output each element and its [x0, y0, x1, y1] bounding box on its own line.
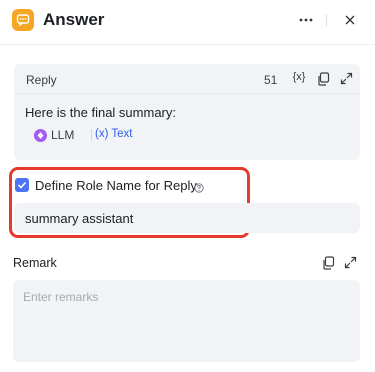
panel-title: Answer	[43, 10, 105, 29]
char-count: 51	[264, 73, 278, 87]
copy-icon[interactable]	[317, 72, 330, 86]
tag-divider	[91, 129, 92, 141]
copy-icon[interactable]	[322, 256, 335, 270]
role-name-input[interactable]: summary assistant	[14, 203, 360, 233]
llm-node-icon	[34, 128, 47, 142]
expand-icon[interactable]	[340, 72, 353, 85]
more-horizontal-icon[interactable]	[296, 10, 316, 30]
role-name-value: summary assistant	[25, 211, 134, 226]
reply-label: Reply	[26, 73, 57, 87]
variable-tag[interactable]: (x) Text	[95, 128, 133, 140]
expand-icon[interactable]	[344, 256, 357, 269]
header-separator	[0, 44, 375, 45]
reply-card-header: Reply 51 {x}	[14, 64, 360, 94]
reply-content[interactable]: Here is the final summary:	[25, 105, 176, 120]
role-name-checkbox[interactable]	[15, 178, 29, 192]
insert-variable-button[interactable]: {x}	[290, 71, 308, 83]
question-circle-icon[interactable]	[194, 180, 204, 193]
header-divider	[326, 14, 327, 27]
remark-textarea[interactable]	[13, 280, 360, 362]
reply-card: Reply 51 {x} Here is the final summary: …	[14, 64, 360, 160]
chat-bubble-icon	[12, 9, 34, 31]
llm-source-tag[interactable]: LLM	[34, 125, 74, 145]
role-name-checkbox-label[interactable]: Define Role Name for Reply	[35, 178, 197, 193]
panel-header: Answer	[0, 0, 375, 44]
remark-label: Remark	[13, 256, 57, 270]
close-icon[interactable]	[340, 10, 360, 30]
llm-tag-label: LLM	[51, 128, 75, 142]
